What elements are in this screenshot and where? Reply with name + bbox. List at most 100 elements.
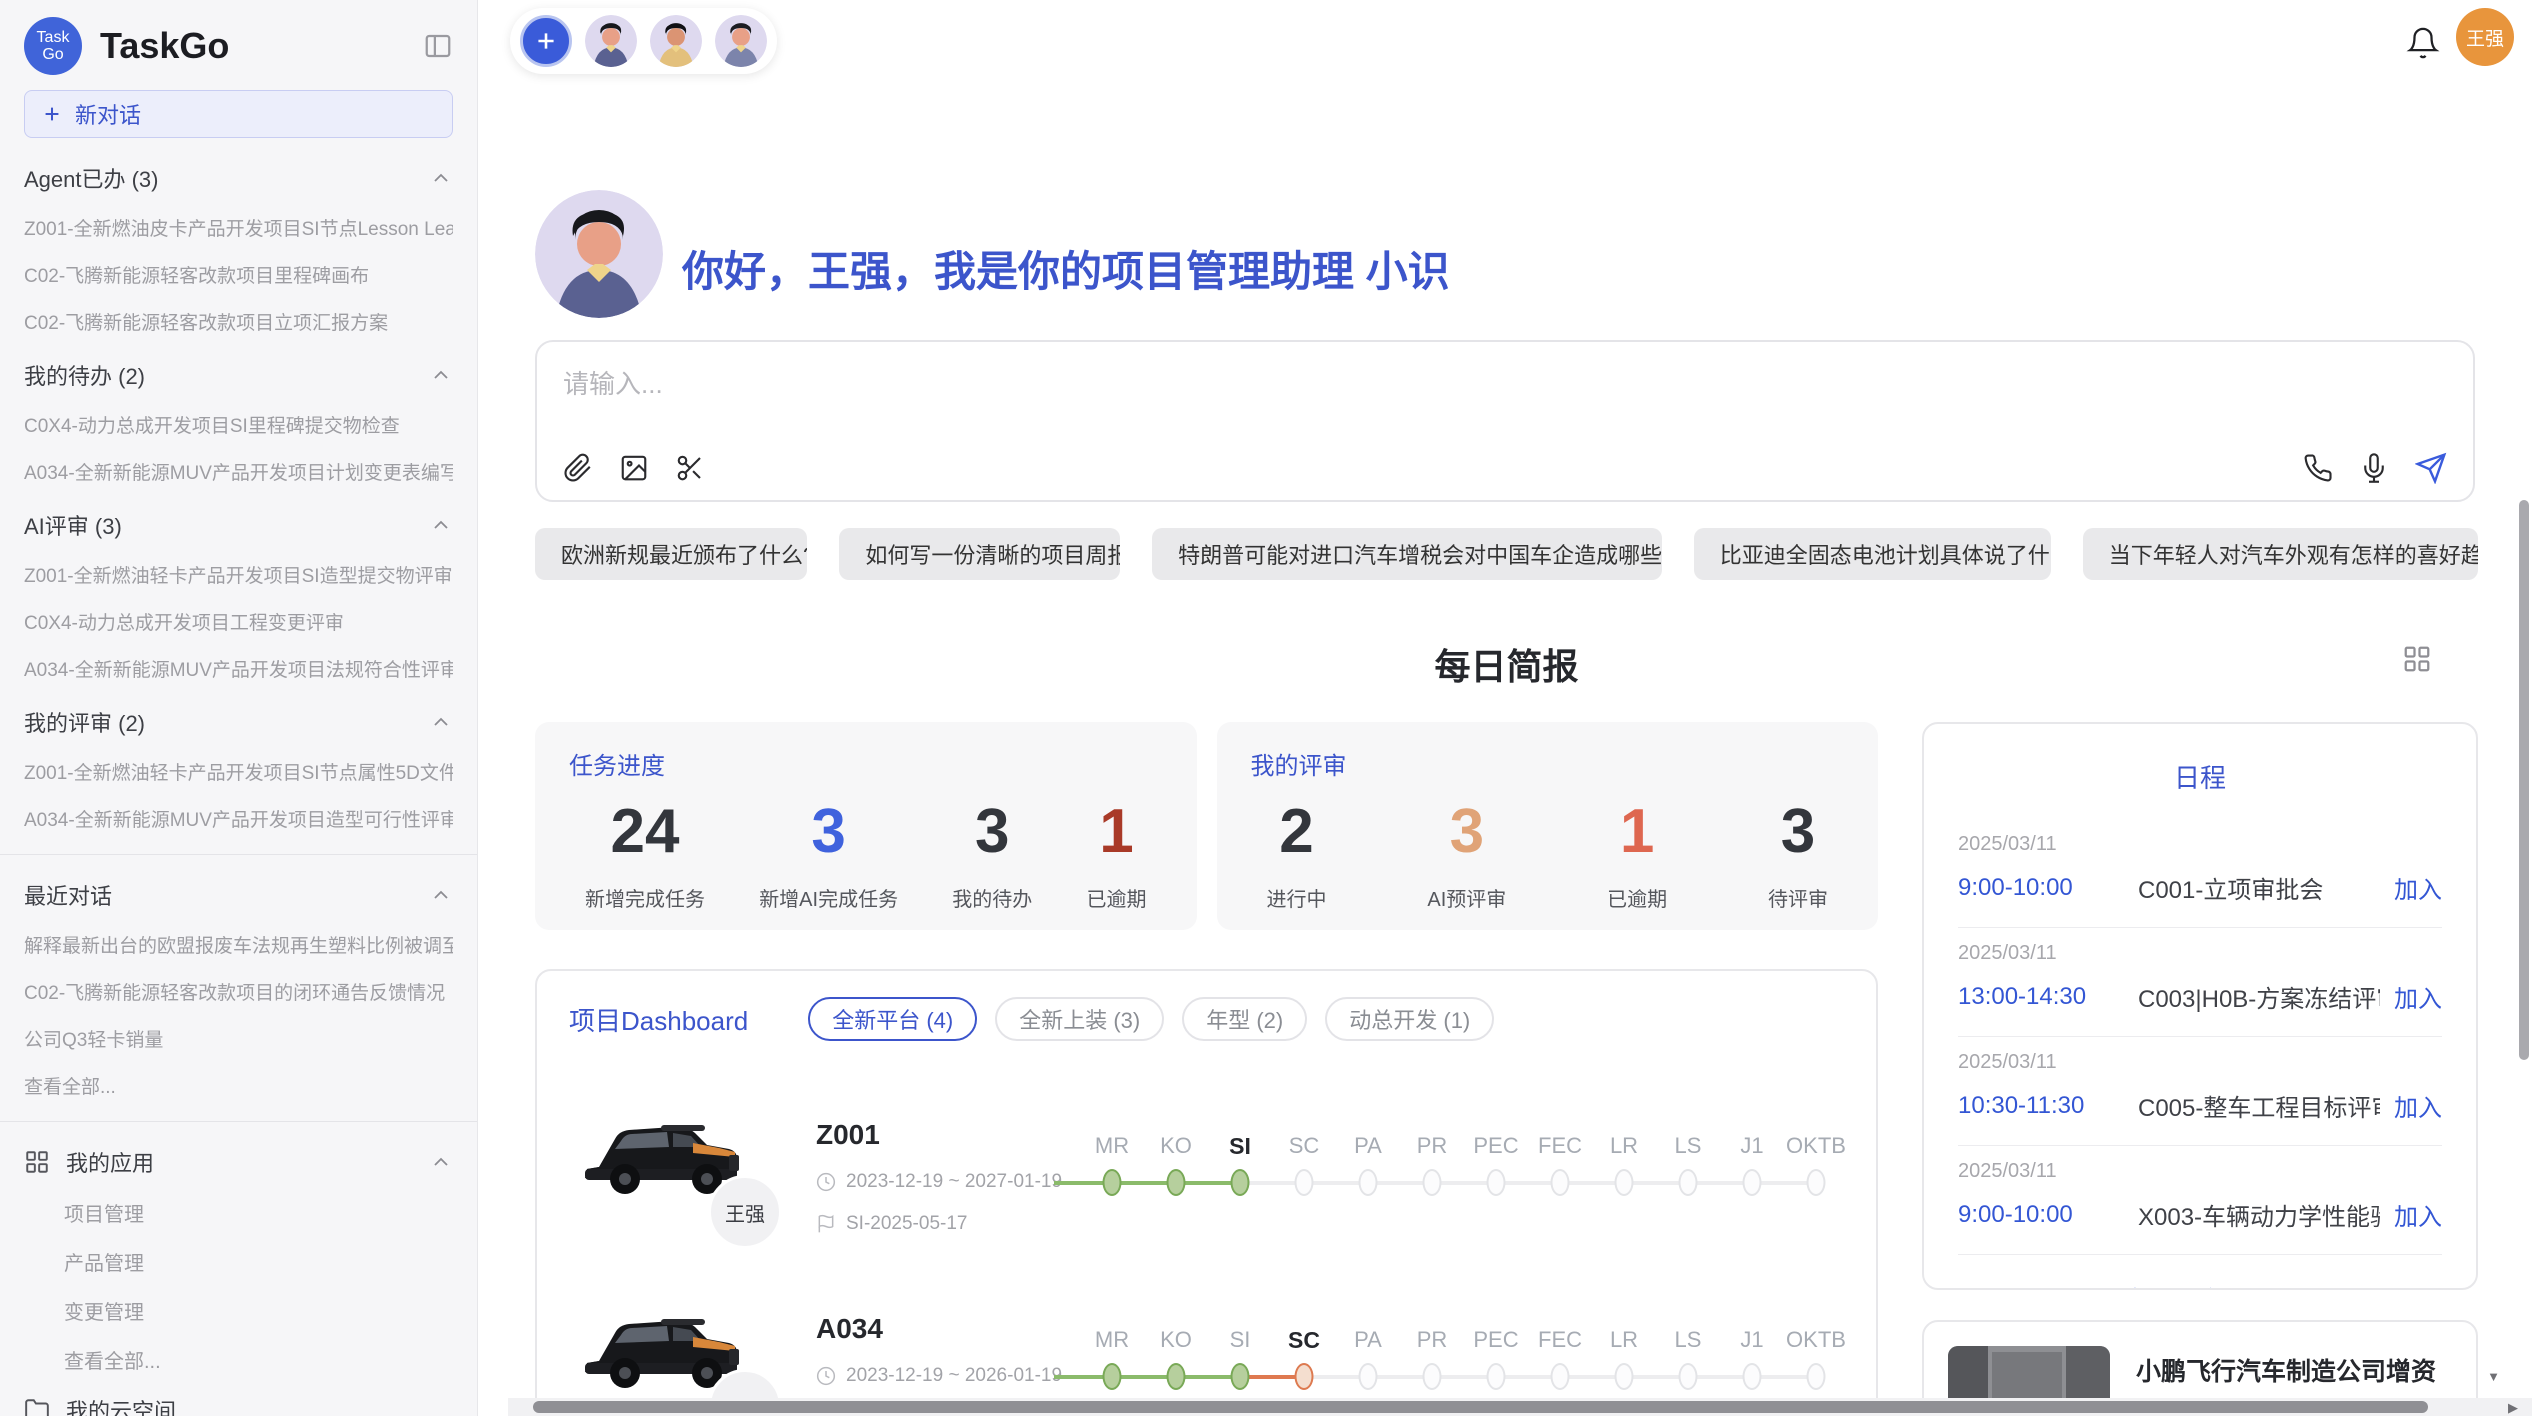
section-title: 我的待办 (2) xyxy=(24,359,429,391)
chevron-up-icon[interactable] xyxy=(429,166,453,190)
event-join-link[interactable]: 加入 xyxy=(2394,1197,2442,1232)
milestone-dot xyxy=(1807,1363,1826,1390)
milestone-label: KO xyxy=(1144,1327,1208,1361)
app-link[interactable]: 变更管理 xyxy=(64,1296,453,1325)
sidebar-task-item[interactable]: C0X4-动力总成开发项目SI里程碑提交物检查 xyxy=(24,411,453,438)
metric: 3 我的待办 xyxy=(952,797,1032,912)
chevron-up-icon[interactable] xyxy=(429,1150,453,1174)
suggestion-chip[interactable]: 比亚迪全固态电池计划具体说了什么 xyxy=(1694,528,2051,580)
section-header-1[interactable]: 我的待办 (2) xyxy=(24,359,453,391)
sidebar-task-item[interactable]: A034-全新新能源MUV产品开发项目法规符合性评审 xyxy=(24,655,453,682)
sidebar-groups: Agent已办 (3) Z001-全新燃油皮卡产品开发项目SI节点Lesson … xyxy=(24,162,453,832)
recent-chat-item[interactable]: 解释最新出台的欧盟报废车法规再生塑料比例被调至15%... xyxy=(24,931,453,958)
microphone-icon[interactable] xyxy=(2359,453,2389,483)
logo-text-bottom: Go xyxy=(42,46,63,63)
section-header-2[interactable]: AI评审 (3) xyxy=(24,509,453,541)
voice-call-icon[interactable] xyxy=(2303,453,2333,483)
app-link[interactable]: 产品管理 xyxy=(64,1247,453,1276)
section-header-3[interactable]: 我的评审 (2) xyxy=(24,706,453,738)
agent-avatar-2[interactable] xyxy=(650,15,702,67)
app-window: Task Go TaskGo 新对话 Agent已办 (3) Z001-全新燃油… xyxy=(0,0,2532,1416)
recent-chat-item[interactable]: C02-飞腾新能源轻客改款项目的闭环通告反馈情况 xyxy=(24,978,453,1005)
sidebar-task-item[interactable]: Z001-全新燃油轻卡产品开发项目SI节点属性5D文件评审 xyxy=(24,758,453,785)
sidebar-task-item[interactable]: A034-全新新能源MUV产品开发项目计划变更表编写 xyxy=(24,458,453,485)
chevron-up-icon[interactable] xyxy=(429,363,453,387)
view-all-chats-link[interactable]: 查看全部... xyxy=(24,1072,453,1099)
dashboard-tab[interactable]: 全新平台 (4) xyxy=(808,997,977,1041)
suggestion-chip[interactable]: 当下年轻人对汽车外观有怎样的喜好趋势 xyxy=(2083,528,2478,580)
event-join-link[interactable]: 加入 xyxy=(2394,870,2442,905)
horizontal-scrollbar-thumb[interactable] xyxy=(533,1401,2428,1413)
agent-avatar-3[interactable] xyxy=(715,15,767,67)
sidebar-task-item[interactable]: Z001-全新燃油轻卡产品开发项目SI造型提交物评审 xyxy=(24,561,453,588)
composer-toolbar xyxy=(563,452,2447,484)
sidebar-task-item[interactable]: C0X4-动力总成开发项目工程变更评审 xyxy=(24,608,453,635)
milestone-KO: KO xyxy=(1144,1133,1208,1199)
metric: 1 已逾期 xyxy=(1607,797,1667,912)
project-dashboard-card: 项目Dashboard 全新平台 (4)全新上装 (3)年型 (2)动总开发 (… xyxy=(535,969,1878,1416)
chevron-up-icon[interactable] xyxy=(429,513,453,537)
metric-value: 1 xyxy=(1607,797,1667,867)
image-upload-icon[interactable] xyxy=(619,453,649,483)
sidebar: Task Go TaskGo 新对话 Agent已办 (3) Z001-全新燃油… xyxy=(0,0,478,1416)
milestone-dot xyxy=(1423,1169,1442,1196)
milestone-dot xyxy=(1359,1363,1378,1390)
sidebar-collapse-icon[interactable] xyxy=(423,31,453,61)
recent-chat-item[interactable]: 公司Q3轻卡销量 xyxy=(24,1025,453,1052)
project-row[interactable]: 王强 A034 2023-12-19 ~ 2026-01-19 SC-2025-… xyxy=(569,1275,1844,1416)
vertical-scrollbar-thumb[interactable] xyxy=(2519,500,2529,1060)
sidebar-task-item[interactable]: Z001-全新燃油皮卡产品开发项目SI节点Lesson Learn报告 xyxy=(24,214,453,241)
section-header-0[interactable]: Agent已办 (3) xyxy=(24,162,453,194)
event-join-link[interactable]: 加入 xyxy=(2394,1088,2442,1123)
view-all-apps-link[interactable]: 查看全部... xyxy=(64,1345,453,1374)
event-name: C005-整车工程目标评审 xyxy=(2138,1088,2380,1123)
send-icon[interactable] xyxy=(2415,452,2447,484)
milestone-label: PEC xyxy=(1464,1327,1528,1361)
sidebar-task-item[interactable]: C02-飞腾新能源轻客改款项目立项汇报方案 xyxy=(24,308,453,335)
attach-icon[interactable] xyxy=(563,453,593,483)
divider xyxy=(0,1121,477,1122)
suggestion-chip[interactable]: 如何写一份清晰的项目周报 xyxy=(839,528,1120,580)
scroll-right-arrow-icon[interactable]: ▶ xyxy=(2508,1400,2518,1416)
app-link[interactable]: 项目管理 xyxy=(64,1198,453,1227)
milestone-LR: LR xyxy=(1592,1327,1656,1393)
milestone-OKTB: OKTB xyxy=(1784,1133,1848,1199)
suggestion-chip[interactable]: 特朗普可能对进口汽车增税会对中国车企造成哪些影响 xyxy=(1152,528,1662,580)
stats-card-title: 我的评审 xyxy=(1251,746,1845,781)
suggestion-chip[interactable]: 欧洲新规最近颁布了什么? xyxy=(535,528,807,580)
new-chat-label: 新对话 xyxy=(75,98,141,130)
user-avatar[interactable]: 王强 xyxy=(2456,8,2514,66)
my-apps-header[interactable]: 我的应用 xyxy=(24,1146,453,1178)
sidebar-task-item[interactable]: A034-全新新能源MUV产品开发项目造型可行性评审 xyxy=(24,805,453,832)
schedule-event: 2025/03/11 13:00-14:30 C003|H0B-方案冻结评审 加… xyxy=(1958,928,2442,1037)
view-all-schedule-link[interactable]: 查看所有日程 xyxy=(1958,1281,2442,1290)
milestone-LS: LS xyxy=(1656,1133,1720,1199)
sidebar-folder-entry[interactable]: 我的云空间 xyxy=(24,1394,453,1416)
scroll-down-arrow-icon[interactable]: ▼ xyxy=(2487,1369,2500,1384)
dashboard-tab[interactable]: 动总开发 (1) xyxy=(1325,997,1494,1041)
agent-avatar-1[interactable] xyxy=(585,15,637,67)
layout-grid-icon[interactable] xyxy=(2402,644,2432,679)
screenshot-scissors-icon[interactable] xyxy=(675,453,705,483)
message-composer[interactable]: 请输入... xyxy=(535,340,2475,502)
dashboard-tab[interactable]: 年型 (2) xyxy=(1182,997,1307,1041)
composer-left-icons xyxy=(563,453,705,483)
chevron-up-icon[interactable] xyxy=(429,710,453,734)
chevron-up-icon[interactable] xyxy=(429,883,453,907)
section-title: 我的评审 (2) xyxy=(24,706,429,738)
project-rows: 王强 Z001 2023-12-19 ~ 2027-01-19 SI-2025-… xyxy=(569,1081,1844,1416)
horizontal-scrollbar[interactable]: ▶ xyxy=(508,1398,2532,1416)
notification-bell-icon[interactable] xyxy=(2406,26,2440,65)
project-row[interactable]: 王强 Z001 2023-12-19 ~ 2027-01-19 SI-2025-… xyxy=(569,1081,1844,1235)
milestone-KO: KO xyxy=(1144,1327,1208,1393)
milestone-dot xyxy=(1807,1169,1826,1196)
event-date: 2025/03/11 xyxy=(1958,833,2442,856)
sidebar-task-item[interactable]: C02-飞腾新能源轻客改款项目里程碑画布 xyxy=(24,261,453,288)
new-chat-button[interactable]: 新对话 xyxy=(24,90,453,138)
dashboard-tab[interactable]: 全新上装 (3) xyxy=(995,997,1164,1041)
event-join-link[interactable]: 加入 xyxy=(2394,979,2442,1014)
add-agent-button[interactable] xyxy=(520,15,572,67)
milestone-dot xyxy=(1551,1169,1570,1196)
sidebar-storage: 我的云空间 我的收藏 xyxy=(24,1394,453,1416)
recent-chats-header[interactable]: 最近对话 xyxy=(24,879,453,911)
